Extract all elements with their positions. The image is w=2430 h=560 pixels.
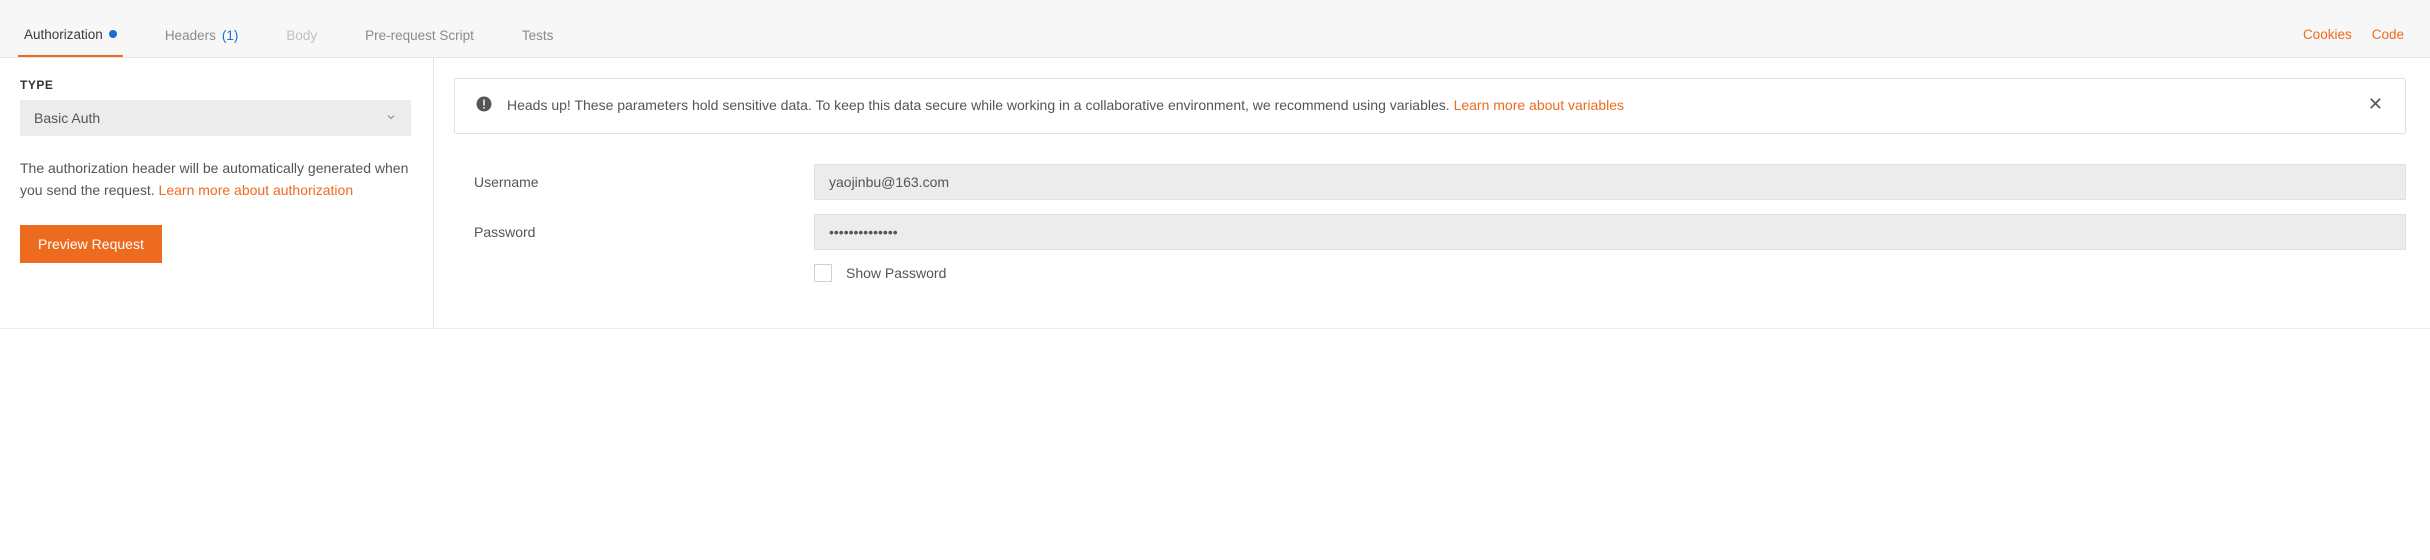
alert-text-body: These parameters hold sensitive data. To… xyxy=(571,97,1454,113)
tab-headers-label: Headers xyxy=(165,28,216,43)
close-icon[interactable]: ✕ xyxy=(2364,95,2387,113)
show-password-checkbox[interactable] xyxy=(814,264,832,282)
show-password-label: Show Password xyxy=(846,265,946,281)
preview-request-button[interactable]: Preview Request xyxy=(20,225,162,263)
tab-headers-count: (1) xyxy=(222,28,239,43)
password-field[interactable] xyxy=(814,214,2406,250)
auth-right-panel: Heads up! These parameters hold sensitiv… xyxy=(434,58,2430,328)
tab-active-dot-icon xyxy=(109,30,117,38)
tab-body[interactable]: Body xyxy=(280,28,323,56)
tab-headers[interactable]: Headers (1) xyxy=(159,28,245,56)
tab-prerequest-label: Pre-request Script xyxy=(365,28,474,43)
tab-authorization-label: Authorization xyxy=(24,27,103,42)
type-label: TYPE xyxy=(20,78,411,92)
tab-body-label: Body xyxy=(286,28,317,43)
password-label: Password xyxy=(474,224,814,240)
warning-icon xyxy=(475,95,493,116)
request-tabs: Authorization Headers (1) Body Pre-reque… xyxy=(0,22,2430,58)
sensitive-data-alert: Heads up! These parameters hold sensitiv… xyxy=(454,78,2406,134)
auth-type-select[interactable]: Basic Auth xyxy=(20,100,411,136)
auth-type-value: Basic Auth xyxy=(34,110,100,126)
tab-prerequest[interactable]: Pre-request Script xyxy=(359,28,480,56)
auth-left-panel: TYPE Basic Auth The authorization header… xyxy=(0,58,434,328)
learn-more-auth-link[interactable]: Learn more about authorization xyxy=(159,182,354,198)
code-link[interactable]: Code xyxy=(2372,27,2404,42)
tab-authorization[interactable]: Authorization xyxy=(18,27,123,57)
tab-tests-label: Tests xyxy=(522,28,554,43)
tab-tests[interactable]: Tests xyxy=(516,28,560,56)
learn-more-variables-link[interactable]: Learn more about variables xyxy=(1454,97,1624,113)
auth-description: The authorization header will be automat… xyxy=(20,158,411,201)
username-field[interactable] xyxy=(814,164,2406,200)
username-label: Username xyxy=(474,174,814,190)
chevron-down-icon xyxy=(385,110,397,126)
alert-heads-up: Heads up! xyxy=(507,97,571,113)
cookies-link[interactable]: Cookies xyxy=(2303,27,2352,42)
